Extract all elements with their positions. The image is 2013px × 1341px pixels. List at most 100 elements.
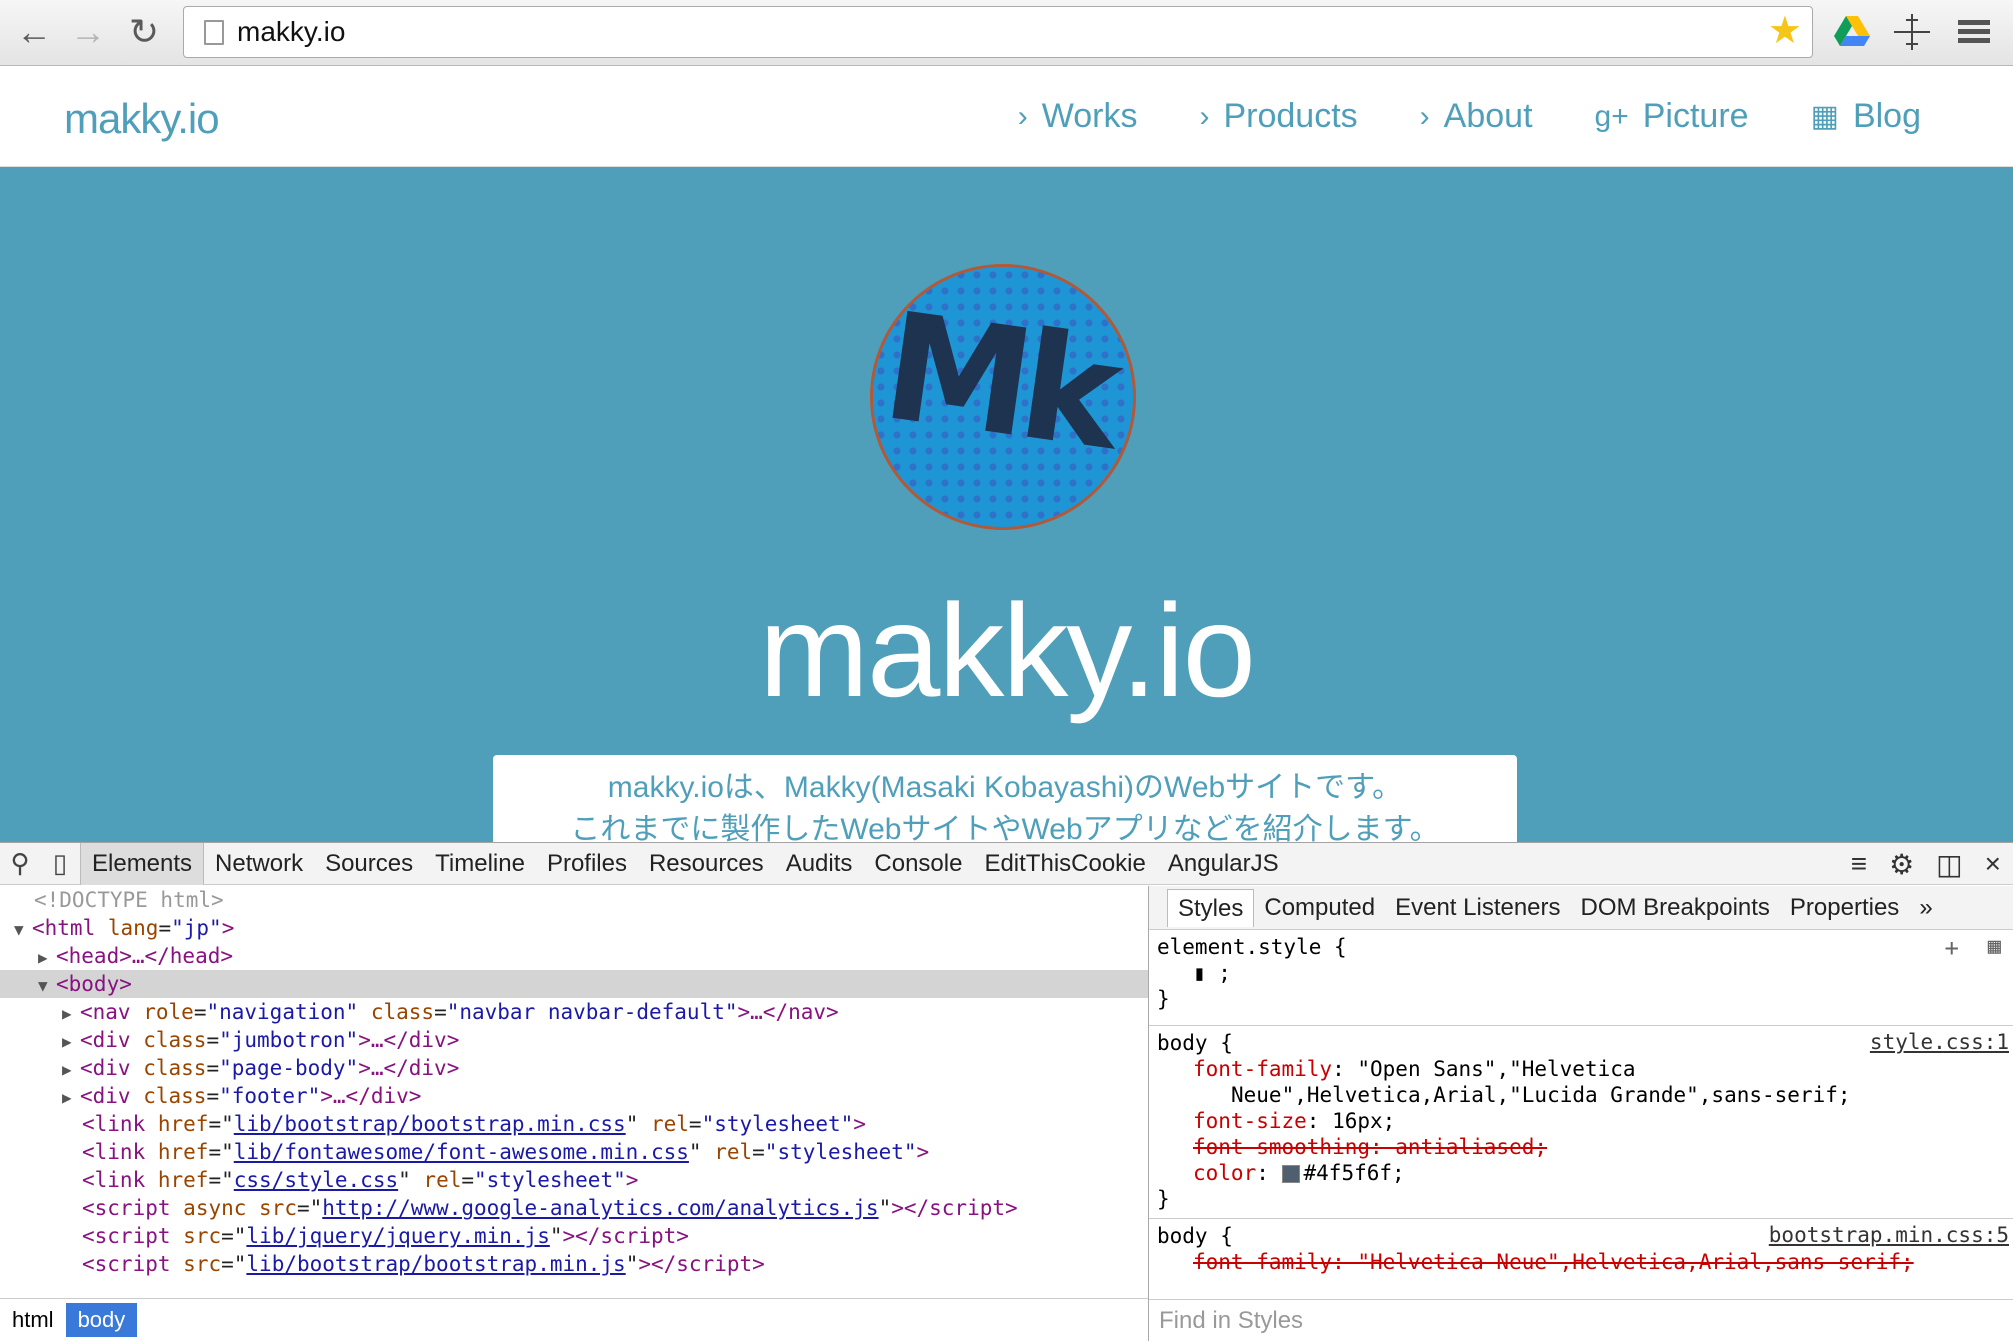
prop-value: "Open Sans","Helvetica [1357,1057,1636,1081]
devtools-panel: ⚲ ▯ Elements Network Sources Timeline Pr… [0,842,2013,1341]
tab-styles[interactable]: Styles [1167,888,1255,927]
dom-node-head[interactable]: ▶ <head>…</head> [0,942,1148,970]
gear-icon[interactable]: ⚙ [1889,848,1914,881]
add-rule-icon[interactable]: + [1945,934,1959,962]
tab-editthiscookie[interactable]: EditThisCookie [973,843,1156,885]
browser-toolbar: ← → ↻ makky.io ★ [0,0,2013,66]
href-link[interactable]: lib/bootstrap/bootstrap.min.css [234,1112,626,1136]
intro-box: makky.ioは、Makky(Masaki Kobayashi)のWebサイト… [493,755,1517,842]
dom-node-script[interactable]: <script async src="http://www.google-ana… [0,1194,1148,1222]
dom-node-link[interactable]: <link href="lib/fontawesome/font-awesome… [0,1138,1148,1166]
attr-name: lang [107,916,159,940]
triangle-down-icon[interactable]: ▼ [14,916,32,944]
intro-line-1: makky.ioは、Makky(Masaki Kobayashi)のWebサイト… [607,771,1403,804]
close-icon[interactable]: × [1985,848,2001,880]
triangle-right-icon[interactable]: ▶ [62,1084,80,1112]
menu-item-picture[interactable]: g+ Picture [1595,97,1749,136]
tab-computed[interactable]: Computed [1254,889,1385,927]
menu-item-works[interactable]: › Works [1018,97,1138,136]
dock-side-icon[interactable]: ◫ [1936,848,1962,881]
triangle-down-icon[interactable]: ▼ [38,972,56,1000]
dom-node-body[interactable]: ▼ <body> [0,970,1148,998]
dom-node-html[interactable]: ▼ <html lang="jp"> [0,914,1148,942]
prop-value: #4f5f6f; [1303,1161,1405,1185]
rule-body-style-css[interactable]: body { style.css:1 font-family: "Open Sa… [1149,1026,2013,1219]
menu-item-label: Blog [1852,97,1921,135]
rule-edit-line[interactable]: ▮ ; [1157,960,2007,986]
find-in-styles-input[interactable]: Find in Styles [1149,1299,2013,1341]
more-tabs-icon[interactable]: » [1909,889,1942,927]
tab-elements[interactable]: Elements [80,842,205,885]
menu-item-label: Works [1041,97,1138,135]
dom-node-div-pagebody[interactable]: ▶ <div class="page-body">…</div> [0,1054,1148,1082]
href-link[interactable]: css/style.css [234,1168,398,1192]
mk-logo-image: Mk [870,264,1136,530]
prop-name: color [1193,1161,1257,1185]
tab-audits[interactable]: Audits [775,843,864,885]
rule-source-link[interactable]: bootstrap.min.css:5 [1769,1223,2009,1247]
rule-body-bootstrap[interactable]: body { bootstrap.min.css:5 font-family: … [1149,1219,2013,1281]
dom-node-script[interactable]: <script src="lib/jquery/jquery.min.js"><… [0,1222,1148,1250]
devtools-tabbar: ⚲ ▯ Elements Network Sources Timeline Pr… [0,842,2013,885]
tab-console[interactable]: Console [863,843,973,885]
dom-node-link[interactable]: <link href="lib/bootstrap/bootstrap.min.… [0,1110,1148,1138]
triangle-right-icon[interactable]: ▶ [62,1000,80,1028]
calendar-icon: ▦ [1810,100,1839,133]
device-mode-icon[interactable]: ▯ [40,843,80,885]
reload-button[interactable]: ↻ [122,10,166,54]
dom-node-link[interactable]: <link href="css/style.css" rel="styleshe… [0,1166,1148,1194]
dom-node-div-footer[interactable]: ▶ <div class="footer">…</div> [0,1082,1148,1110]
tab-resources[interactable]: Resources [638,843,775,885]
dom-node-script[interactable]: <script src="lib/bootstrap/bootstrap.min… [0,1250,1148,1278]
src-link[interactable]: lib/jquery/jquery.min.js [246,1224,549,1248]
chevron-right-icon: › [1419,99,1430,133]
styles-sidebar: Styles Computed Event Listeners DOM Brea… [1148,886,2013,1341]
color-swatch[interactable] [1281,1165,1300,1183]
tab-event-listeners[interactable]: Event Listeners [1385,889,1570,927]
site-navbar: makky.io › Works › Products › About g+ Pictu… [0,67,2013,167]
prop-name: font-family [1193,1057,1333,1081]
tab-dom-breakpoints[interactable]: DOM Breakpoints [1571,889,1780,927]
tab-network[interactable]: Network [204,843,314,885]
back-button[interactable]: ← [12,10,56,54]
triangle-right-icon[interactable]: ▶ [62,1028,80,1056]
address-bar[interactable]: makky.io ★ [183,6,1813,58]
page-icon [204,20,224,45]
logo-text: Mk [874,280,1122,482]
prop-disabled: font-smoothing: antialiased; [1193,1135,1548,1159]
triangle-right-icon[interactable]: ▶ [62,1056,80,1084]
menu-hamburger-icon[interactable] [1952,10,1996,54]
crosshair-extension-icon[interactable] [1890,10,1934,54]
src-link[interactable]: http://www.google-analytics.com/analytic… [322,1196,878,1220]
menu-item-label: Picture [1642,97,1749,135]
drive-extension-icon[interactable] [1830,10,1874,54]
console-drawer-icon[interactable]: ≡ [1851,848,1867,880]
chevron-right-icon: › [1199,99,1210,133]
href-link[interactable]: lib/fontawesome/font-awesome.min.css [234,1140,689,1164]
menu-item-blog[interactable]: ▦ Blog [1811,97,1921,136]
dom-node-nav[interactable]: ▶ <nav role="navigation" class="navbar na… [0,998,1148,1026]
src-link[interactable]: lib/bootstrap/bootstrap.min.js [246,1252,625,1276]
dom-node-div-jumbotron[interactable]: ▶ <div class="jumbotron">…</div> [0,1026,1148,1054]
html-tag: <html [32,916,96,940]
tab-properties[interactable]: Properties [1780,889,1909,927]
toggle-state-icon[interactable]: ▦ [1988,934,2001,959]
crumb-html[interactable]: html [0,1303,66,1337]
crumb-body[interactable]: body [65,1302,138,1337]
rule-element-style[interactable]: element.style { ▮ ; } + ▦ [1149,930,2013,1026]
tab-sources[interactable]: Sources [314,843,424,885]
menu-item-products[interactable]: › Products [1199,97,1357,136]
tab-angularjs[interactable]: AngularJS [1157,843,1290,885]
dom-node-doctype[interactable]: <!DOCTYPE html> [0,886,1148,914]
inspect-search-icon[interactable]: ⚲ [0,843,40,885]
tab-profiles[interactable]: Profiles [536,843,638,885]
rule-source-link[interactable]: style.css:1 [1870,1030,2009,1054]
tab-timeline[interactable]: Timeline [424,843,536,885]
bookmark-star-icon[interactable]: ★ [1768,11,1802,51]
chevron-right-icon: › [1017,99,1028,133]
forward-button[interactable]: → [66,10,110,54]
triangle-right-icon[interactable]: ▶ [38,944,56,972]
site-brand-link[interactable]: makky.io [64,95,220,143]
devtools-actions: ≡ ⚙ ◫ × [1851,843,2001,885]
menu-item-about[interactable]: › About [1420,97,1533,136]
